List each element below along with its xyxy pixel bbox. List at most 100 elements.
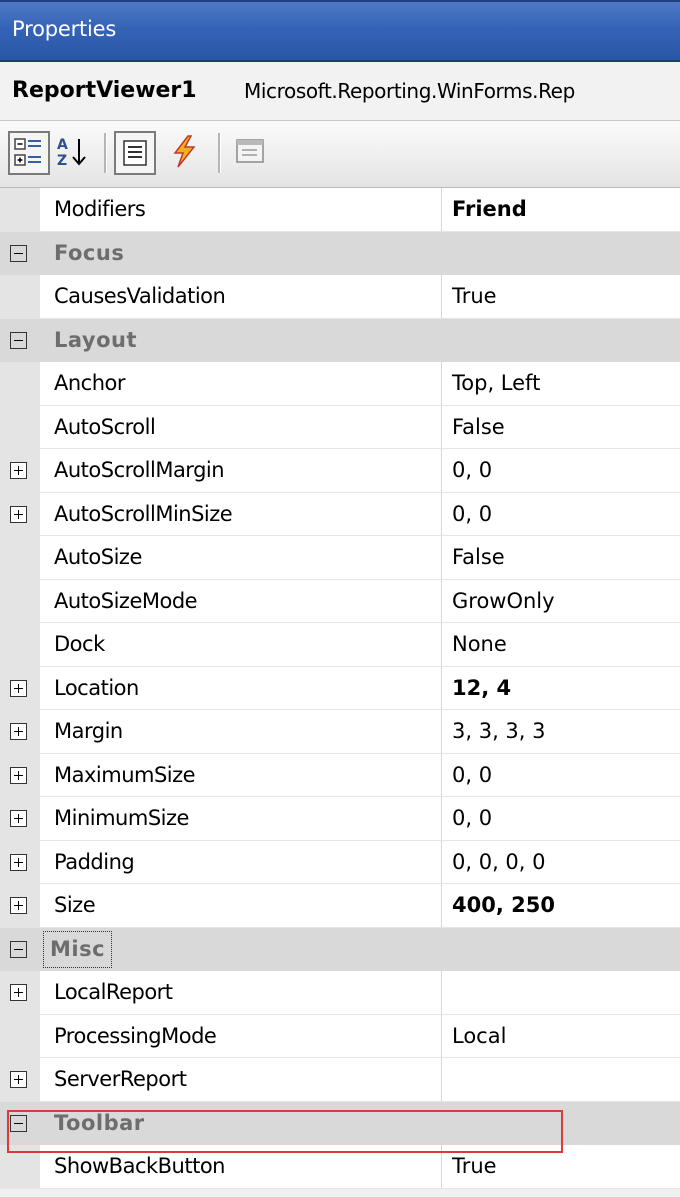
category-row[interactable]: Layout — [0, 318, 680, 362]
property-row[interactable]: AutoScroll False — [0, 405, 680, 450]
property-name: Margin — [54, 710, 442, 754]
property-row[interactable]: Margin 3, 3, 3, 3 — [0, 710, 680, 754]
property-value[interactable]: False — [452, 406, 680, 450]
property-row[interactable]: LocalReport — [0, 971, 680, 1015]
property-value[interactable]: GrowOnly — [452, 580, 680, 624]
svg-text:A: A — [57, 137, 68, 153]
property-pages-icon — [236, 139, 264, 163]
property-value[interactable]: Friend — [452, 188, 680, 232]
property-value[interactable]: True — [452, 275, 680, 319]
property-row[interactable]: Modifiers Friend — [0, 188, 680, 232]
property-value[interactable]: 0, 0 — [452, 493, 680, 537]
property-value[interactable] — [452, 1058, 680, 1102]
property-row[interactable]: MaximumSize 0, 0 — [0, 753, 680, 798]
row-gutter — [0, 405, 40, 449]
expand-icon[interactable] — [10, 679, 27, 697]
row-gutter — [0, 1014, 40, 1058]
expand-icon[interactable] — [10, 505, 27, 523]
property-row[interactable]: AutoSize False — [0, 536, 680, 580]
expand-icon[interactable] — [10, 462, 27, 479]
property-row[interactable]: CausesValidation True — [0, 275, 680, 319]
categorized-button[interactable] — [8, 131, 50, 175]
property-value[interactable]: None — [452, 623, 680, 667]
property-name: AutoScrollMargin — [54, 449, 442, 493]
row-gutter — [0, 579, 40, 623]
property-value[interactable]: Local — [452, 1015, 680, 1059]
category-name: Focus — [54, 240, 125, 265]
categorized-icon — [14, 138, 41, 166]
property-row[interactable]: AutoScrollMargin 0, 0 — [0, 449, 680, 493]
property-name: Padding — [54, 840, 442, 884]
object-name: ReportViewer1 — [12, 78, 197, 103]
collapse-icon[interactable] — [10, 1114, 27, 1132]
property-row[interactable]: Anchor Top, Left — [0, 362, 680, 406]
property-name: Size — [54, 884, 442, 928]
property-row[interactable]: Size 400, 250 — [0, 884, 680, 928]
property-name: AutoSize — [54, 536, 442, 580]
property-row[interactable]: AutoScrollMinSize 0, 0 — [0, 492, 680, 537]
property-name: LocalReport — [54, 971, 442, 1015]
property-value[interactable]: True — [452, 1145, 680, 1189]
property-row[interactable]: Location 12, 4 — [0, 666, 680, 711]
property-name: ShowBackButton — [54, 1145, 442, 1189]
property-value[interactable]: 400, 250 — [452, 884, 680, 928]
property-row[interactable]: ServerReport — [0, 1058, 680, 1102]
expand-icon[interactable] — [10, 810, 27, 827]
property-name: MaximumSize — [54, 753, 442, 797]
property-name: Location — [54, 666, 442, 710]
property-name: ProcessingMode — [54, 1014, 442, 1058]
property-value[interactable]: 12, 4 — [452, 667, 680, 711]
object-type: Microsoft.Reporting.WinForms.Rep — [244, 79, 575, 103]
properties-icon — [123, 140, 147, 166]
property-value[interactable]: 0, 0 — [452, 754, 680, 798]
property-name: AutoScroll — [54, 405, 442, 449]
object-selector[interactable]: ReportViewer1 Microsoft.Reporting.WinFor… — [0, 62, 680, 121]
properties-button[interactable] — [114, 131, 156, 175]
properties-toolbar: A Z — [0, 121, 680, 188]
row-gutter — [0, 1145, 40, 1189]
expand-icon[interactable] — [10, 984, 27, 1001]
category-row[interactable]: Toolbar — [0, 1101, 680, 1145]
title-bar[interactable]: Properties — [0, 0, 680, 62]
property-value[interactable] — [452, 971, 680, 1015]
window-title: Properties — [12, 17, 117, 41]
property-row[interactable]: Padding 0, 0, 0, 0 — [0, 840, 680, 885]
expand-icon[interactable] — [10, 723, 27, 740]
category-name: Toolbar — [54, 1110, 145, 1135]
expand-icon[interactable] — [10, 897, 27, 914]
row-gutter — [0, 623, 40, 667]
property-value[interactable]: 0, 0, 0, 0 — [452, 841, 680, 885]
property-value[interactable]: 3, 3, 3, 3 — [452, 710, 680, 754]
property-name: Dock — [54, 623, 442, 667]
svg-text:Z: Z — [57, 153, 67, 169]
expand-icon[interactable] — [10, 1071, 27, 1088]
property-name: AutoScrollMinSize — [54, 492, 442, 536]
property-value[interactable]: 0, 0 — [452, 449, 680, 493]
collapse-icon[interactable] — [10, 940, 27, 958]
property-value[interactable]: 0, 0 — [452, 797, 680, 841]
category-row[interactable]: Misc — [0, 927, 680, 971]
property-value[interactable]: False — [452, 536, 680, 580]
property-row[interactable]: AutoSizeMode GrowOnly — [0, 579, 680, 624]
property-row[interactable]: MinimumSize 0, 0 — [0, 797, 680, 841]
expand-icon[interactable] — [10, 766, 27, 784]
alphabetical-sort-icon: A Z — [57, 137, 86, 169]
property-name: AutoSizeMode — [54, 579, 442, 623]
property-name: Modifiers — [54, 188, 442, 232]
category-row[interactable]: Focus — [0, 231, 680, 275]
events-button[interactable] — [164, 131, 206, 175]
property-grid: Modifiers Friend Focus CausesValidation True… — [0, 188, 680, 1189]
collapse-icon[interactable] — [10, 244, 27, 262]
alphabetical-button[interactable]: A Z — [52, 131, 94, 175]
row-gutter — [0, 188, 40, 232]
property-name: Anchor — [54, 362, 442, 406]
collapse-icon[interactable] — [10, 331, 27, 349]
property-name: MinimumSize — [54, 797, 442, 841]
expand-icon[interactable] — [10, 853, 27, 871]
property-value[interactable]: Top, Left — [452, 362, 680, 406]
property-row[interactable]: ShowBackButton True — [0, 1145, 680, 1189]
property-row[interactable]: ProcessingMode Local — [0, 1014, 680, 1059]
property-pages-button[interactable] — [230, 131, 272, 175]
property-row[interactable]: Dock None — [0, 623, 680, 667]
properties-window: Properties ReportViewer1 Microsoft.Repor… — [0, 0, 680, 1197]
